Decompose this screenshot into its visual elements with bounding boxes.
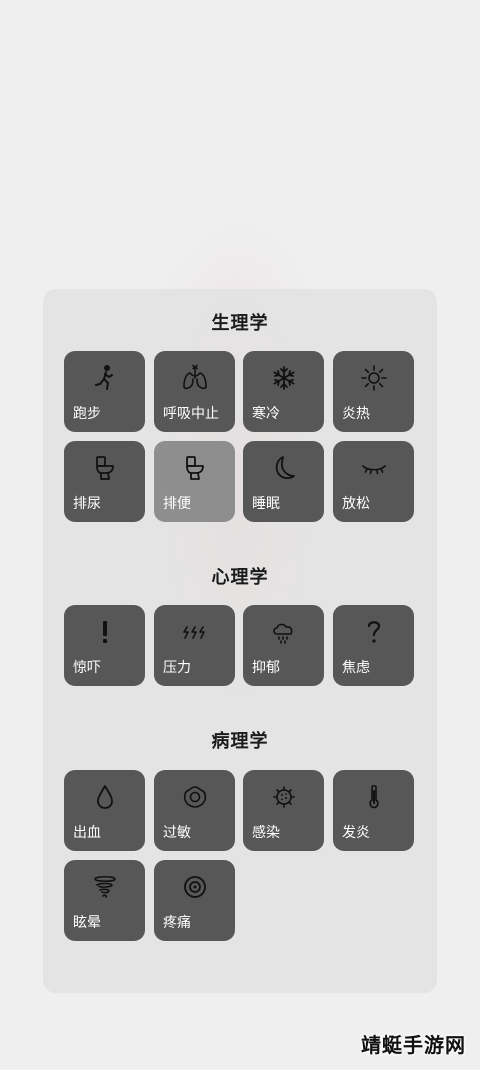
snowflake-icon bbox=[269, 363, 299, 393]
moon-icon bbox=[269, 453, 299, 483]
tile-label: 眩晕 bbox=[73, 915, 101, 931]
tile-pain[interactable]: 疼痛 bbox=[154, 860, 235, 941]
tile-stress[interactable]: 压力 bbox=[154, 605, 235, 686]
tile-anxiety[interactable]: 焦虑 bbox=[333, 605, 414, 686]
lungs-icon bbox=[180, 363, 210, 393]
toilet-icon bbox=[180, 453, 210, 483]
tile-label: 疼痛 bbox=[163, 915, 191, 931]
tile-label: 跑步 bbox=[73, 406, 101, 422]
tile-running[interactable]: 跑步 bbox=[64, 351, 145, 432]
tile-label: 过敏 bbox=[163, 825, 191, 841]
section-title-psychology: 心理学 bbox=[211, 567, 269, 588]
tile-label: 放松 bbox=[342, 496, 370, 512]
tile-dizziness[interactable]: 眩晕 bbox=[64, 860, 145, 941]
tile-label: 感染 bbox=[252, 825, 280, 841]
tile-inflammation[interactable]: 发炎 bbox=[333, 770, 414, 851]
target-icon bbox=[180, 872, 210, 902]
tile-hot[interactable]: 炎热 bbox=[333, 351, 414, 432]
tile-label: 出血 bbox=[73, 825, 101, 841]
closed-eye-icon bbox=[359, 453, 389, 483]
sound-panel: 生理学 跑步 呼吸中止 寒冷 炎热 排尿 排便 睡眠 放松 心理学 惊吓 压力 … bbox=[43, 289, 437, 993]
rain-cloud-icon bbox=[269, 617, 299, 647]
tile-label: 压力 bbox=[163, 660, 191, 676]
tile-label: 呼吸中止 bbox=[163, 406, 219, 422]
tile-label: 焦虑 bbox=[342, 660, 370, 676]
question-icon bbox=[359, 617, 389, 647]
tile-depression[interactable]: 抑郁 bbox=[243, 605, 324, 686]
tile-urinate[interactable]: 排尿 bbox=[64, 441, 145, 522]
exclamation-icon bbox=[90, 617, 120, 647]
section-title-pathology: 病理学 bbox=[211, 731, 269, 752]
tile-relax[interactable]: 放松 bbox=[333, 441, 414, 522]
tile-defecate[interactable]: 排便 bbox=[154, 441, 235, 522]
tile-apnea[interactable]: 呼吸中止 bbox=[154, 351, 235, 432]
tile-allergy[interactable]: 过敏 bbox=[154, 770, 235, 851]
tile-label: 抑郁 bbox=[252, 660, 280, 676]
tile-label: 惊吓 bbox=[73, 660, 101, 676]
virus-icon bbox=[269, 782, 299, 812]
tile-cold[interactable]: 寒冷 bbox=[243, 351, 324, 432]
thermometer-icon bbox=[359, 782, 389, 812]
tile-label: 寒冷 bbox=[252, 406, 280, 422]
tile-bleeding[interactable]: 出血 bbox=[64, 770, 145, 851]
section-title-physiology: 生理学 bbox=[211, 313, 269, 334]
tile-label: 发炎 bbox=[342, 825, 370, 841]
toilet-icon bbox=[90, 453, 120, 483]
tile-fright[interactable]: 惊吓 bbox=[64, 605, 145, 686]
tile-label: 睡眠 bbox=[252, 496, 280, 512]
tile-label: 炎热 bbox=[342, 406, 370, 422]
tile-sleep[interactable]: 睡眠 bbox=[243, 441, 324, 522]
drop-icon bbox=[90, 782, 120, 812]
tornado-icon bbox=[90, 872, 120, 902]
sun-icon bbox=[359, 363, 389, 393]
tile-label: 排便 bbox=[163, 496, 191, 512]
tile-label: 排尿 bbox=[73, 496, 101, 512]
running-icon bbox=[90, 363, 120, 393]
site-watermark: 靖蜓手游网 bbox=[361, 1033, 466, 1057]
tile-infection[interactable]: 感染 bbox=[243, 770, 324, 851]
flower-icon bbox=[180, 782, 210, 812]
lightning-icon bbox=[180, 617, 210, 647]
